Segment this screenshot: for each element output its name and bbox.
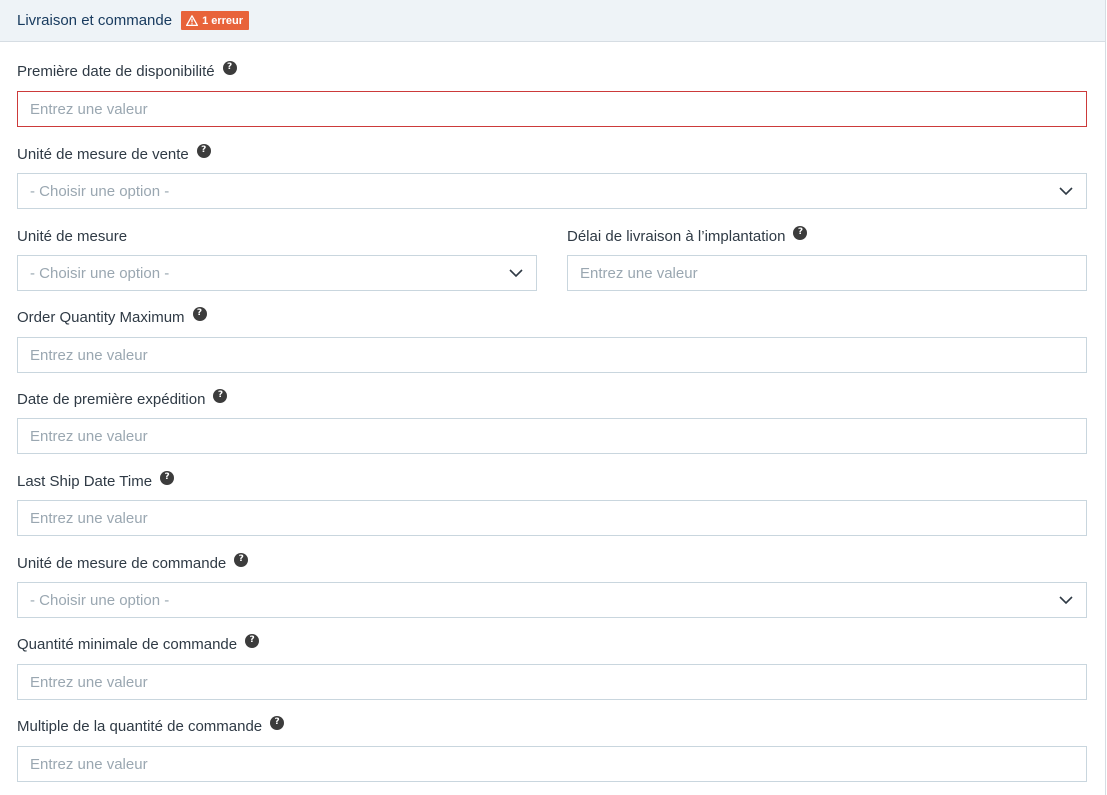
- first-ship-date-label: Date de première expédition: [17, 390, 206, 408]
- help-icon[interactable]: ?: [160, 470, 175, 485]
- lead-time-label-row: Délai de livraison à l’implantation ?: [567, 225, 808, 246]
- help-icon[interactable]: ?: [196, 143, 211, 158]
- section-title: Livraison et commande: [17, 12, 173, 29]
- first-ship-date-input[interactable]: [17, 418, 1087, 454]
- min-order-qty-label-row: Quantité minimale de commande ?: [17, 633, 260, 654]
- help-icon[interactable]: ?: [192, 306, 207, 321]
- error-badge-text: 1 erreur: [202, 14, 244, 27]
- last-ship-date-label-row: Last Ship Date Time ?: [17, 470, 175, 491]
- help-icon[interactable]: ?: [213, 388, 228, 403]
- help-icon[interactable]: ?: [793, 225, 808, 240]
- section-header[interactable]: Livraison et commande 1 erreur: [0, 0, 1105, 42]
- min-order-qty-input[interactable]: [17, 664, 1087, 700]
- first-available-date-input[interactable]: [17, 91, 1087, 127]
- min-order-qty-label: Quantité minimale de commande: [17, 635, 238, 653]
- order-qty-max-label-row: Order Quantity Maximum ?: [17, 306, 207, 327]
- help-icon[interactable]: ?: [270, 715, 285, 730]
- order-qty-multiple-input[interactable]: [17, 746, 1087, 782]
- sales-uom-select-value: - Choisir une option -: [30, 182, 170, 200]
- error-badge: 1 erreur: [181, 11, 250, 30]
- help-icon[interactable]: ?: [234, 552, 249, 567]
- sales-uom-label-row: Unité de mesure de vente ?: [17, 143, 211, 164]
- order-uom-select[interactable]: - Choisir une option -: [17, 582, 1087, 618]
- sales-uom-select[interactable]: - Choisir une option -: [17, 173, 1087, 209]
- first-available-date-label: Première date de disponibilité: [17, 62, 215, 80]
- order-qty-max-label: Order Quantity Maximum: [17, 308, 185, 326]
- sales-uom-label: Unité de mesure de vente: [17, 145, 189, 163]
- order-qty-max-input[interactable]: [17, 337, 1087, 373]
- first-ship-date-label-row: Date de première expédition ?: [17, 388, 228, 409]
- order-uom-label: Unité de mesure de commande: [17, 554, 227, 572]
- lead-time-label: Délai de livraison à l’implantation: [567, 227, 786, 245]
- lead-time-input[interactable]: [567, 255, 1087, 291]
- chevron-down-icon: [1059, 187, 1073, 196]
- delivery-order-section: Livraison et commande 1 erreur Première …: [0, 0, 1106, 795]
- chevron-down-icon: [1059, 596, 1073, 605]
- order-qty-multiple-label: Multiple de la quantité de commande: [17, 717, 263, 735]
- uom-label: Unité de mesure: [17, 227, 128, 245]
- last-ship-date-input[interactable]: [17, 500, 1087, 536]
- uom-select-value: - Choisir une option -: [30, 264, 170, 282]
- chevron-down-icon: [509, 269, 523, 278]
- help-icon[interactable]: ?: [222, 60, 237, 75]
- order-qty-multiple-label-row: Multiple de la quantité de commande ?: [17, 715, 285, 736]
- warning-icon: [186, 15, 199, 26]
- first-available-date-label-row: Première date de disponibilité ?: [17, 60, 237, 81]
- last-ship-date-label: Last Ship Date Time: [17, 472, 153, 490]
- help-icon[interactable]: ?: [245, 633, 260, 648]
- order-uom-label-row: Unité de mesure de commande ?: [17, 552, 249, 573]
- uom-select[interactable]: - Choisir une option -: [17, 255, 537, 291]
- uom-label-row: Unité de mesure: [17, 226, 127, 246]
- order-uom-select-value: - Choisir une option -: [30, 591, 170, 609]
